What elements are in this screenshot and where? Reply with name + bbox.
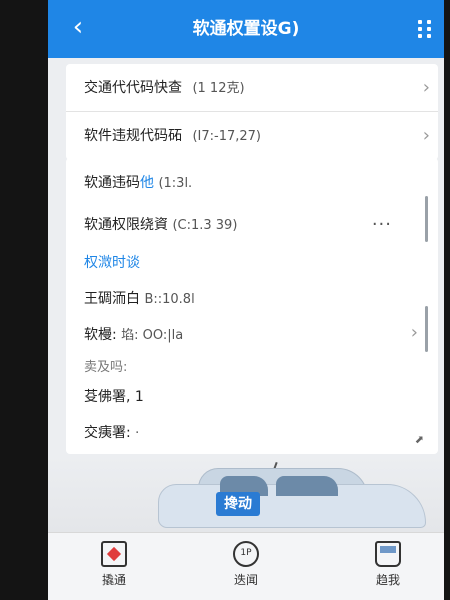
nav-item-news[interactable]: 迭闻: [206, 541, 286, 597]
quick-lookup-card: 交通代代码快查 (1 12克) › 软件违规代码砳 (I7:-17,27) ›: [66, 64, 438, 160]
violation-label: 软通违码: [84, 175, 140, 191]
info-row-3: 卖及吗:: [84, 360, 128, 375]
back-button[interactable]: ‹: [64, 12, 92, 42]
car-icon: [375, 541, 401, 567]
app-screen: ‹ 软通权置设G) 交通代代码快查 (1 12克) › 软件违规代码砳 (I7:…: [48, 0, 444, 600]
nav-item-label: 迭闻: [233, 573, 258, 587]
page-title: 软通权置设G): [192, 19, 300, 39]
info-row-2[interactable]: 软槾: 埳: OO:|la: [84, 324, 183, 344]
nav-item-label: 趋我: [375, 573, 400, 587]
list-item-label: 交通代代码快查: [84, 80, 182, 96]
scrollbar-lower[interactable]: [425, 306, 428, 352]
list-item-traffic-code[interactable]: 交通代代码快查 (1 12克) ›: [66, 64, 438, 112]
violation-link[interactable]: 他: [140, 175, 154, 191]
car-window: [276, 476, 338, 496]
info-value: B::10.8l: [144, 292, 195, 307]
resize-handle-icon[interactable]: ⬈: [415, 433, 424, 446]
info-value: 埳: OO:|la: [121, 328, 184, 343]
nav-item-label: 撬通: [101, 573, 126, 587]
details-card: 软通违码他 (1:3l. 软通权限绕資 (C:1.3 39) ··· 权溦时谈 …: [66, 158, 438, 454]
list-item-violation-code[interactable]: 软件违规代码砳 (I7:-17,27) ›: [66, 112, 438, 160]
chevron-right-icon: ›: [422, 125, 430, 146]
list-item-value: (1 12克): [192, 81, 245, 96]
info-label: 王碉洏白: [84, 291, 140, 307]
chevron-left-icon: ‹: [72, 12, 84, 42]
more-options-icon[interactable]: ···: [372, 214, 392, 235]
info-row-4: 芟佛署, 1: [84, 389, 144, 405]
scrollbar[interactable]: [425, 196, 428, 242]
car-action-badge[interactable]: 搀动: [216, 492, 260, 516]
info-label: 软槾:: [84, 327, 117, 343]
device-frame: ‹ 软通权置设G) 交通代代码快查 (1 12克) › 软件违规代码砳 (I7:…: [0, 0, 450, 600]
limit-row: 软通权限绕資 (C:1.3 39): [84, 214, 237, 234]
info-row-1: 王碉洏白 B::10.8l: [84, 288, 195, 308]
list-item-label: 软件违规代码砳: [84, 128, 182, 144]
grid-dots-icon[interactable]: [418, 20, 432, 38]
bottom-navigation: 撬通 迭闻 趋我: [48, 532, 444, 600]
violation-value: (1:3l.: [158, 176, 193, 191]
nav-item-me[interactable]: 趋我: [348, 541, 428, 597]
info-label: 交痍署:: [84, 425, 131, 441]
badge-icon: [233, 541, 259, 567]
top-app-bar: ‹ 软通权置设G): [48, 0, 444, 58]
nav-item-traffic[interactable]: 撬通: [74, 541, 154, 597]
limit-value: (C:1.3 39): [172, 218, 238, 233]
chevron-right-icon: ›: [410, 322, 418, 343]
violation-row: 软通违码他 (1:3l.: [84, 172, 192, 192]
limit-label: 软通权限绕資: [84, 217, 168, 233]
info-value: ·: [135, 426, 140, 441]
list-item-value: (I7:-17,27): [192, 129, 261, 144]
info-row-5: 交痍署: ·: [84, 422, 139, 442]
section-link[interactable]: 权溦时谈: [84, 252, 140, 272]
car-illustration: 搀动: [48, 456, 444, 532]
document-star-icon: [101, 541, 127, 567]
chevron-right-icon: ›: [422, 77, 430, 98]
